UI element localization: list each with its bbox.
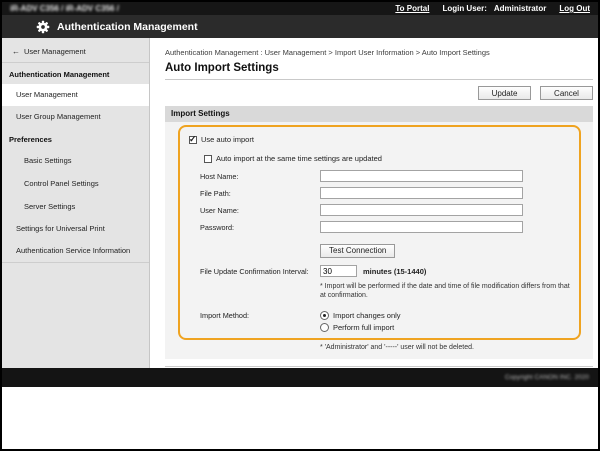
import-changes-only-option[interactable]: Import changes only <box>320 311 401 320</box>
breadcrumb: Authentication Management : User Managem… <box>165 48 593 57</box>
test-connection-row: Test Connection <box>320 240 575 258</box>
top-status-bar: iR-ADV C356 / iR-ADV C356 / To Portal Lo… <box>2 2 598 15</box>
user-name-label: User Name: <box>200 206 320 215</box>
import-settings-body: Use auto import Auto import at the same … <box>165 122 593 359</box>
to-portal-link[interactable]: To Portal <box>395 4 429 13</box>
file-path-row: File Path: <box>189 187 575 199</box>
app-title: Authentication Management <box>57 21 198 33</box>
import-settings-title: Import Settings <box>165 106 593 122</box>
login-user-group: Login User: Administrator <box>442 4 546 13</box>
sidebar-back-label: User Management <box>24 47 86 56</box>
import-settings-section: Import Settings Use auto import Auto imp… <box>165 106 593 359</box>
cancel-button[interactable]: Cancel <box>540 86 593 100</box>
auto-import-group: Use auto import Auto import at the same … <box>178 125 581 340</box>
content-divider <box>165 366 593 367</box>
password-label: Password: <box>200 223 320 232</box>
interval-input[interactable] <box>320 265 357 277</box>
auto-import-on-update-checkbox[interactable] <box>204 155 212 163</box>
import-method-label: Import Method: <box>200 311 320 332</box>
sidebar-back-user-management[interactable]: ← User Management <box>2 38 149 62</box>
sidebar-item-server-settings[interactable]: Server Settings <box>2 195 149 218</box>
sidebar-divider <box>2 262 149 263</box>
sidebar-header-authentication-management: Authentication Management <box>2 63 149 84</box>
app-header-bar: Authentication Management <box>2 15 598 38</box>
password-row: Password: <box>189 221 575 233</box>
sidebar-item-basic-settings[interactable]: Basic Settings <box>2 149 149 172</box>
back-arrow-icon: ← <box>12 48 20 56</box>
sidebar-item-user-group-management[interactable]: User Group Management <box>2 106 149 128</box>
update-button[interactable]: Update <box>478 86 531 100</box>
sidebar-item-authentication-service-information[interactable]: Authentication Service Information <box>2 240 149 262</box>
perform-full-import-option[interactable]: Perform full import <box>320 323 401 332</box>
auto-import-on-update-row: Auto import at the same time settings ar… <box>204 154 575 163</box>
gear-icon <box>36 20 50 34</box>
interval-label: File Update Confirmation Interval: <box>200 267 320 276</box>
use-auto-import-label: Use auto import <box>201 135 254 144</box>
login-user-value: Administrator <box>494 4 546 13</box>
file-path-label: File Path: <box>200 189 320 198</box>
top-status-links: To Portal Login User: Administrator Log … <box>395 4 590 13</box>
user-name-input[interactable] <box>320 204 523 216</box>
copyright-text-blurred: Copyright CANON INC. 2020 <box>505 374 589 381</box>
sidebar-item-user-management[interactable]: User Management <box>2 84 149 106</box>
host-name-label: Host Name: <box>200 172 320 181</box>
sidebar-item-settings-for-universal-print[interactable]: Settings for Universal Print <box>2 218 149 240</box>
log-out-link[interactable]: Log Out <box>559 4 590 13</box>
use-auto-import-row: Use auto import <box>189 135 575 144</box>
interval-note: * Import will be performed if the date a… <box>320 282 575 301</box>
login-user-label: Login User: <box>442 4 486 13</box>
page-background <box>2 387 598 449</box>
interval-unit: minutes (15-1440) <box>363 267 426 276</box>
host-name-row: Host Name: <box>189 170 575 182</box>
user-name-row: User Name: <box>189 204 575 216</box>
action-buttons: Update Cancel <box>165 86 593 100</box>
interval-row: File Update Confirmation Interval: minut… <box>189 265 575 277</box>
sidebar-item-control-panel-settings[interactable]: Control Panel Settings <box>2 172 149 195</box>
import-changes-only-label: Import changes only <box>333 311 401 320</box>
file-path-input[interactable] <box>320 187 523 199</box>
use-auto-import-checkbox[interactable] <box>189 136 197 144</box>
auto-import-on-update-label: Auto import at the same time settings ar… <box>216 154 382 163</box>
sidebar: ← User Management Authentication Managem… <box>2 38 150 368</box>
password-input[interactable] <box>320 221 523 233</box>
perform-full-import-label: Perform full import <box>333 323 394 332</box>
footer-bar: Copyright CANON INC. 2020 <box>2 368 598 387</box>
import-method-row: Import Method: Import changes only Perfo… <box>189 311 575 332</box>
page-title: Auto Import Settings <box>165 62 593 80</box>
test-connection-button[interactable]: Test Connection <box>320 244 395 258</box>
browser-page: iR-ADV C356 / iR-ADV C356 / To Portal Lo… <box>0 0 600 451</box>
perform-full-import-radio[interactable] <box>320 323 329 332</box>
sidebar-header-preferences: Preferences <box>2 128 149 149</box>
device-name-blurred: iR-ADV C356 / iR-ADV C356 / <box>10 4 119 13</box>
import-method-options: Import changes only Perform full import <box>320 311 401 332</box>
import-changes-only-radio[interactable] <box>320 311 329 320</box>
host-name-input[interactable] <box>320 170 523 182</box>
main-content: Authentication Management : User Managem… <box>150 38 598 368</box>
delete-note: * 'Administrator' and '-----' user will … <box>320 344 581 351</box>
